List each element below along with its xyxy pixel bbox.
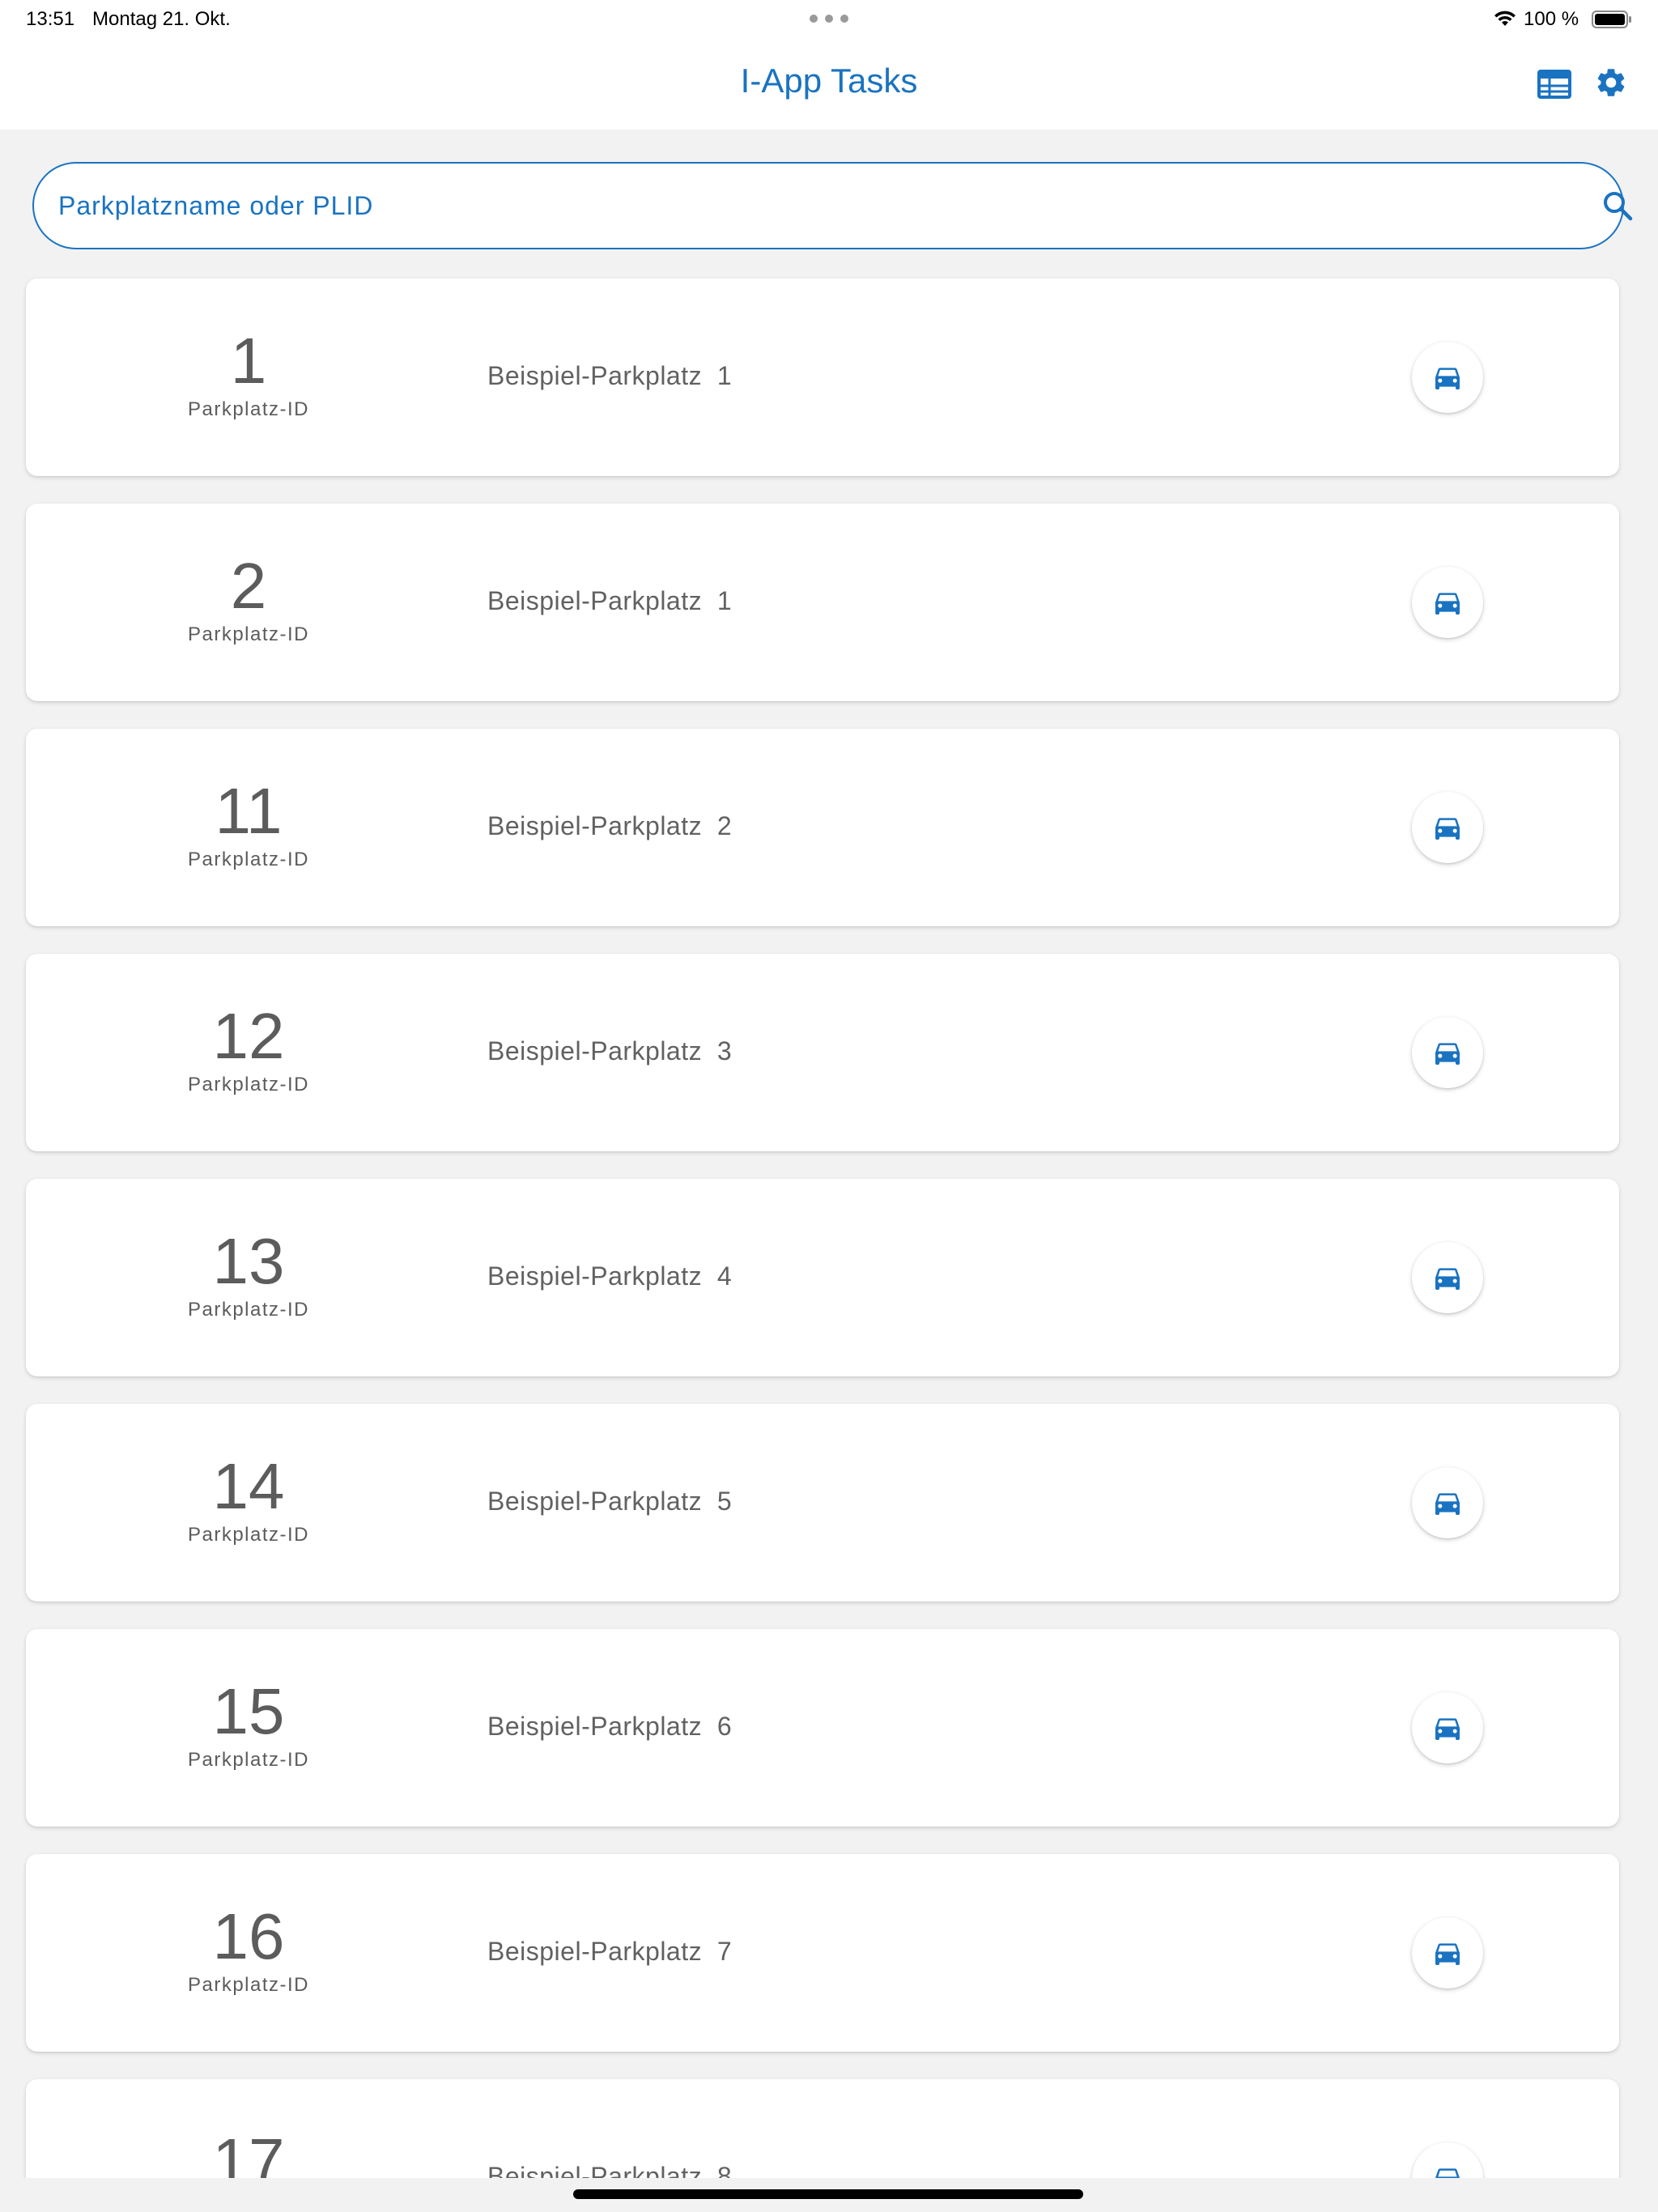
page-title: I-App Tasks <box>740 62 918 100</box>
multitasking-dots-icon[interactable] <box>810 8 848 29</box>
car-icon <box>1435 1943 1460 1965</box>
car-icon <box>1435 1043 1460 1065</box>
table-view-button[interactable] <box>1535 65 1574 104</box>
settings-button[interactable] <box>1592 63 1630 102</box>
parking-id-value: 1 <box>230 325 267 397</box>
parking-id-value: 13 <box>212 1225 285 1297</box>
parking-id-value: 16 <box>212 1900 285 1972</box>
car-button[interactable] <box>1412 1692 1483 1763</box>
parking-id-value: 14 <box>212 1450 285 1522</box>
car-button[interactable] <box>1412 1467 1483 1538</box>
list-item[interactable]: 13 Parkplatz-ID Beispiel-Parkplatz 4 <box>26 1179 1619 1376</box>
battery-percentage: 100 % <box>1524 8 1579 30</box>
parking-name: Beispiel-Parkplatz 1 <box>487 586 733 615</box>
car-button[interactable] <box>1412 567 1483 638</box>
search-icon[interactable] <box>1601 189 1634 222</box>
list-item[interactable]: 12 Parkplatz-ID Beispiel-Parkplatz 3 <box>26 954 1619 1151</box>
list-item[interactable]: 16 Parkplatz-ID Beispiel-Parkplatz 7 <box>26 1854 1619 2052</box>
parking-name: Beispiel-Parkplatz 1 <box>487 361 733 390</box>
car-icon <box>1435 1493 1460 1515</box>
parking-id-value: 2 <box>230 550 267 622</box>
status-time: 13:51 <box>26 8 75 30</box>
wifi-icon <box>1494 11 1516 26</box>
list-item[interactable]: 14 Parkplatz-ID Beispiel-Parkplatz 5 <box>26 1404 1619 1602</box>
parking-id-value: 15 <box>212 1675 285 1747</box>
car-icon <box>1435 1718 1460 1740</box>
home-indicator[interactable] <box>573 2189 1083 2199</box>
car-button[interactable] <box>1412 1017 1483 1088</box>
parking-id-block: 13 Parkplatz-ID <box>147 1227 350 1321</box>
parking-name: Beispiel-Parkplatz 3 <box>487 1036 733 1066</box>
parking-id-value: 11 <box>215 775 283 847</box>
car-button[interactable] <box>1412 1917 1483 1989</box>
parking-name: Beispiel-Parkplatz 2 <box>487 811 733 840</box>
parking-id-label: Parkplatz-ID <box>187 1974 310 1996</box>
parking-id-block: 2 Parkplatz-ID <box>147 552 350 646</box>
list-item[interactable]: 11 Parkplatz-ID Beispiel-Parkplatz 2 <box>26 729 1619 926</box>
parking-name: Beispiel-Parkplatz 7 <box>487 1937 733 1966</box>
car-button[interactable] <box>1412 1242 1483 1313</box>
parking-name: Beispiel-Parkplatz 5 <box>487 1487 733 1516</box>
car-icon <box>1435 593 1460 615</box>
battery-icon <box>1592 11 1631 28</box>
parking-id-label: Parkplatz-ID <box>187 1074 310 1095</box>
parking-id-label: Parkplatz-ID <box>187 623 310 645</box>
list-item[interactable]: 15 Parkplatz-ID Beispiel-Parkplatz 6 <box>26 1629 1619 1827</box>
gear-icon <box>1597 69 1625 96</box>
parking-id-block: 11 Parkplatz-ID <box>147 777 350 871</box>
status-bar: 13:51 Montag 21. Okt. 100 % <box>0 0 1658 39</box>
car-icon <box>1435 818 1460 840</box>
list-item[interactable]: 2 Parkplatz-ID Beispiel-Parkplatz 1 <box>26 504 1619 701</box>
parking-name: Beispiel-Parkplatz 4 <box>487 1261 733 1291</box>
status-date: Montag 21. Okt. <box>92 8 231 30</box>
parking-id-block: 14 Parkplatz-ID <box>147 1453 350 1546</box>
parking-id-block: 12 Parkplatz-ID <box>147 1002 350 1096</box>
parking-id-label: Parkplatz-ID <box>187 849 310 870</box>
parking-id-block: 16 Parkplatz-ID <box>147 1903 350 1997</box>
car-icon <box>1435 368 1460 389</box>
parking-id-value: 12 <box>212 1000 285 1072</box>
search-input[interactable] <box>58 164 1564 248</box>
parking-id-label: Parkplatz-ID <box>187 1299 310 1321</box>
list-item[interactable]: 1 Parkplatz-ID Beispiel-Parkplatz 1 <box>26 279 1619 476</box>
parking-id-label: Parkplatz-ID <box>187 398 310 420</box>
parking-id-label: Parkplatz-ID <box>187 1524 310 1546</box>
car-button[interactable] <box>1412 342 1483 413</box>
app-header: I-App Tasks <box>0 39 1658 130</box>
parking-id-block: 1 Parkplatz-ID <box>147 327 350 421</box>
car-button[interactable] <box>1412 792 1483 863</box>
car-icon <box>1435 1268 1460 1290</box>
parking-name: Beispiel-Parkplatz 6 <box>487 1712 733 1741</box>
table-view-icon <box>1537 70 1571 99</box>
search-bar <box>32 162 1633 249</box>
parking-id-label: Parkplatz-ID <box>187 1749 310 1771</box>
parking-id-block: 15 Parkplatz-ID <box>147 1678 350 1772</box>
